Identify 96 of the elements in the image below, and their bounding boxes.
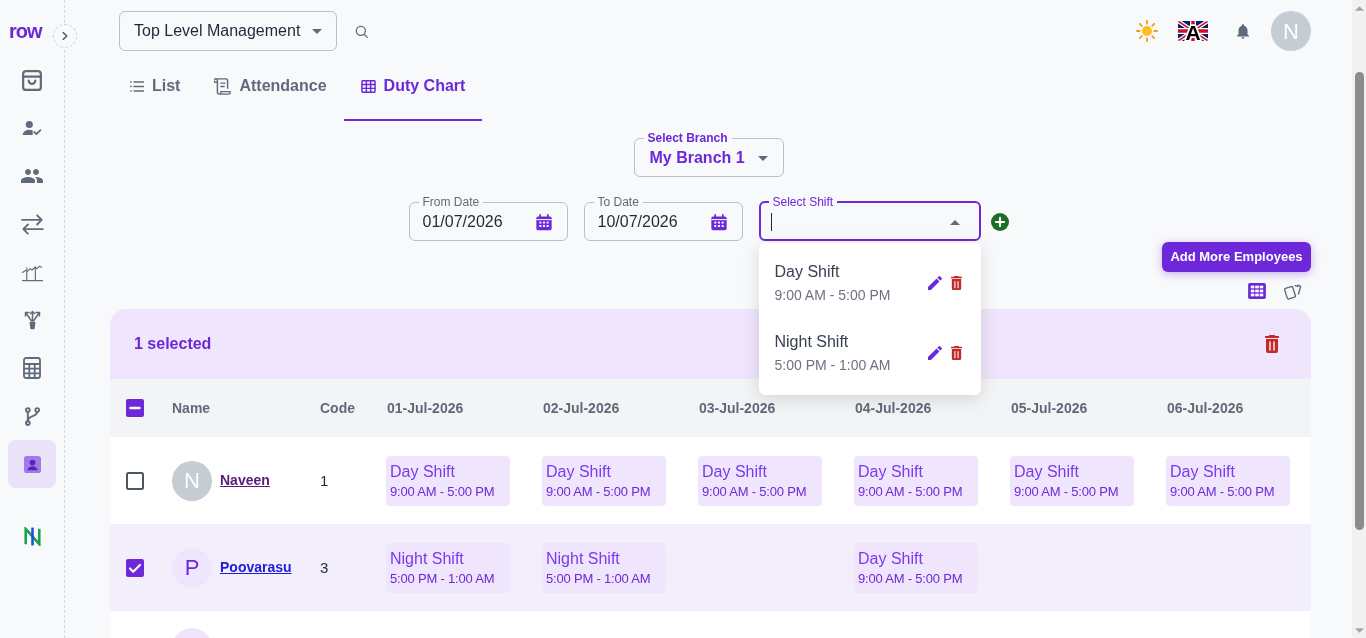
field-label: Select Branch xyxy=(646,131,729,145)
list-icon[interactable] xyxy=(130,80,144,92)
shift-chip[interactable]: Day Shift 9:00 AM - 5:00 PM xyxy=(854,455,978,506)
shift-chip[interactable]: Night Shift 5:00 PM - 1:00 AM xyxy=(386,542,510,593)
column-header: 05-Jul-2026 xyxy=(1011,400,1088,416)
trash-icon[interactable] xyxy=(950,276,962,290)
pencil-icon[interactable] xyxy=(927,346,942,360)
trash-icon[interactable] xyxy=(1264,335,1280,353)
shift-chip[interactable]: Night Shift 5:00 PM - 1:00 AM xyxy=(542,542,666,593)
select-all-checkbox[interactable] xyxy=(126,399,144,417)
shift-option-name[interactable]: Night Shift xyxy=(774,331,891,353)
calendar-icon[interactable] xyxy=(535,213,552,231)
shift-name: Day Shift xyxy=(546,461,612,482)
from-date-field[interactable]: From Date 01/07/2026 xyxy=(408,195,568,241)
search-icon[interactable] xyxy=(355,24,368,38)
column-header: 01-Jul-2026 xyxy=(387,400,464,416)
branch-icon[interactable] xyxy=(24,406,40,426)
employee-name-link[interactable]: Naveen xyxy=(220,470,270,491)
tab[interactable]: Duty Chart xyxy=(343,61,483,121)
caret-down-icon[interactable] xyxy=(757,155,768,161)
column-header: 02-Jul-2026 xyxy=(543,400,620,416)
shift-time: 5:00 PM - 1:00 AM xyxy=(390,570,496,587)
pencil-icon[interactable] xyxy=(927,276,942,290)
shift-chip[interactable]: Day Shift 9:00 AM - 5:00 PM xyxy=(1166,455,1290,506)
selection-count: 1 selected xyxy=(134,334,212,354)
sidebar-item[interactable] xyxy=(8,440,56,488)
shift-chip[interactable]: Day Shift 9:00 AM - 5:00 PM xyxy=(1010,455,1134,506)
column-header: 04-Jul-2026 xyxy=(855,400,932,416)
trash-icon[interactable] xyxy=(950,346,962,360)
tab[interactable]: Attendance xyxy=(197,61,344,121)
employee-code: 3 xyxy=(320,558,329,576)
shift-chip[interactable]: Day Shift 9:00 AM - 5:00 PM xyxy=(854,542,978,593)
swap-arrows-icon[interactable] xyxy=(20,213,44,235)
person-check-icon[interactable] xyxy=(22,120,42,136)
shift-name: Day Shift xyxy=(702,461,768,482)
calculator-icon[interactable] xyxy=(23,357,41,379)
field-label: From Date xyxy=(421,195,481,209)
branch-select[interactable]: Select Branch My Branch 1 xyxy=(633,131,784,177)
shift-time: 5:00 PM - 1:00 AM xyxy=(546,570,652,587)
field-label: To Date xyxy=(596,195,640,209)
caret-up-icon[interactable] xyxy=(949,219,960,225)
avatar: N xyxy=(172,460,212,501)
branching-arrows-icon[interactable] xyxy=(22,310,42,330)
column-header: Name xyxy=(172,400,211,416)
organization-select[interactable]: Top Level Management xyxy=(119,11,337,51)
column-header: 03-Jul-2026 xyxy=(699,400,776,416)
table-icon[interactable] xyxy=(360,79,376,93)
shift-name: Night Shift xyxy=(546,548,621,569)
bell-icon[interactable] xyxy=(1237,23,1249,39)
people-icon[interactable] xyxy=(21,169,43,183)
shift-time: 9:00 AM - 5:00 PM xyxy=(858,570,964,587)
avatar: P xyxy=(172,547,212,588)
row-checkbox[interactable] xyxy=(126,471,144,490)
shift-option-time[interactable]: 5:00 PM - 1:00 AM xyxy=(774,355,891,375)
tab[interactable]: List xyxy=(113,61,198,121)
scroll-icon[interactable] xyxy=(214,77,232,95)
tilted-cards-icon[interactable] xyxy=(1284,282,1302,300)
add-circle-icon[interactable] xyxy=(990,213,1009,231)
shift-name: Day Shift xyxy=(858,548,924,569)
text-cursor xyxy=(770,213,772,231)
expand-sidebar-button[interactable] xyxy=(53,24,77,48)
chevron-right-icon[interactable] xyxy=(62,31,68,41)
shopping-bag-icon[interactable] xyxy=(22,69,42,91)
grid-view-icon[interactable] xyxy=(1248,283,1266,299)
shift-name: Night Shift xyxy=(390,548,465,569)
to-date-field[interactable]: To Date 10/07/2026 xyxy=(583,195,743,241)
table-row[interactable]: N Naveen 1 Day Shift 9:00 AM - 5:00 PM Day Shift 9:00 AM - 5:00 PM Day Shift 9:00 AM - 5:00 PM Day Shift 9:00 AM - 5:00 PM Day Shift 9:00 AM - 5:00 PM Day Shift 9:00 AM - 5:00 PM xyxy=(110,437,1311,524)
field-label: Select Shift xyxy=(771,195,835,209)
shift-time: 9:00 AM - 5:00 PM xyxy=(1014,483,1120,500)
column-header: Code xyxy=(320,400,355,416)
calendar-icon[interactable] xyxy=(710,213,727,231)
shift-option-name[interactable]: Day Shift xyxy=(774,261,891,283)
employee-name-link[interactable]: Poovarasu xyxy=(220,557,292,578)
shift-option-time[interactable]: 9:00 AM - 5:00 PM xyxy=(774,285,891,305)
caret-down-icon[interactable] xyxy=(312,28,322,34)
shift-name: Day Shift xyxy=(390,461,456,482)
shift-time: 9:00 AM - 5:00 PM xyxy=(390,483,496,500)
shift-chip[interactable]: Day Shift 9:00 AM - 5:00 PM xyxy=(698,455,822,506)
shift-name: Day Shift xyxy=(1170,461,1236,482)
table-row[interactable]: P Poovarasu 3 Night Shift 5:00 PM - 1:00 AM Night Shift 5:00 PM - 1:00 AM Day Shift 9:00 AM - 5:00 PM xyxy=(110,524,1311,611)
shift-chip[interactable]: Day Shift 9:00 AM - 5:00 PM xyxy=(542,455,666,506)
shift-time: 9:00 AM - 5:00 PM xyxy=(546,483,652,500)
shift-name: Day Shift xyxy=(858,461,924,482)
row-checkbox[interactable] xyxy=(126,558,144,577)
employee-code: 1 xyxy=(320,471,329,489)
letter-logo-icon[interactable] xyxy=(23,526,41,546)
shift-time: 9:00 AM - 5:00 PM xyxy=(1170,483,1276,500)
shift-name: Day Shift xyxy=(1014,461,1080,482)
column-header: 06-Jul-2026 xyxy=(1167,400,1244,416)
shift-time: 9:00 AM - 5:00 PM xyxy=(858,483,964,500)
shift-chip[interactable]: Day Shift 9:00 AM - 5:00 PM xyxy=(386,455,510,506)
shift-time: 9:00 AM - 5:00 PM xyxy=(702,483,808,500)
scrollbar-thumb[interactable] xyxy=(1354,72,1364,530)
contact-card-icon[interactable] xyxy=(23,455,41,473)
logo[interactable]: row xyxy=(9,19,42,43)
add-more-employees-button[interactable]: Add More Employees xyxy=(1162,242,1311,272)
